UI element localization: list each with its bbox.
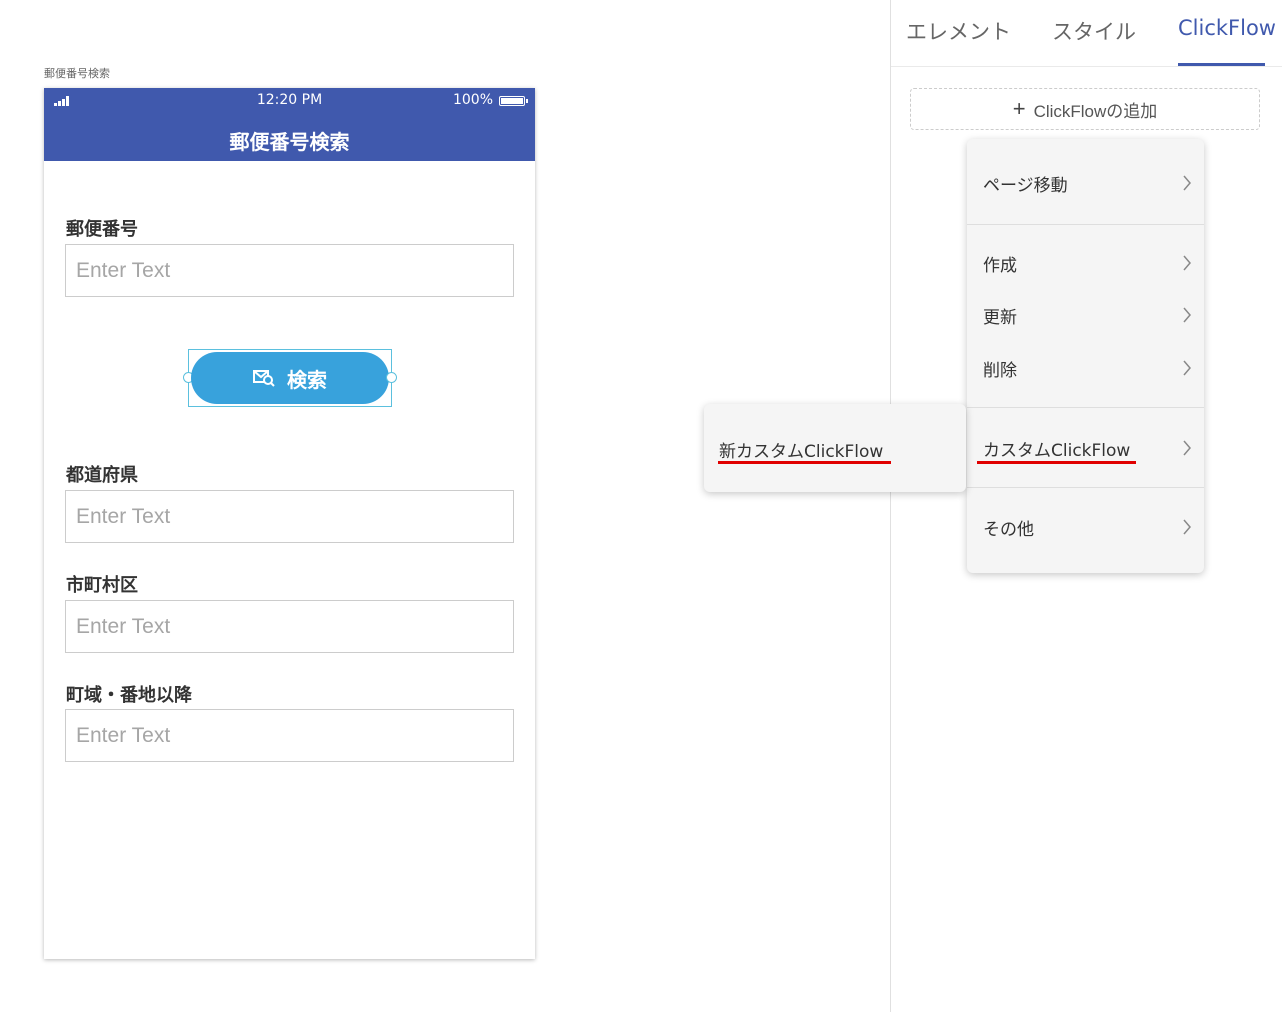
battery-percent: 100% <box>452 92 493 108</box>
menu-item-label: その他 <box>983 519 1034 540</box>
add-clickflow-label: ClickFlowの追加 <box>1033 101 1158 121</box>
chevron-right-icon <box>1183 360 1191 376</box>
custom-clickflow-submenu: 新カスタムClickFlow <box>704 404 966 492</box>
tab-style[interactable]: スタイル <box>1052 16 1136 46</box>
menu-item-update[interactable]: 更新 <box>967 293 1204 337</box>
prefecture-input[interactable] <box>65 490 514 543</box>
chevron-right-icon <box>1183 307 1191 323</box>
submenu-item-new-custom-clickflow[interactable]: 新カスタムClickFlow <box>719 437 883 462</box>
menu-item-label: 更新 <box>983 307 1017 328</box>
highlight-underline <box>977 461 1136 464</box>
search-mail-icon <box>253 370 275 387</box>
menu-item-delete[interactable]: 削除 <box>967 346 1204 390</box>
tab-clickflow[interactable]: ClickFlow <box>1178 16 1276 40</box>
search-button-selection[interactable]: 検索 <box>183 349 397 407</box>
highlight-underline <box>718 461 891 464</box>
chevron-right-icon <box>1183 175 1191 191</box>
postal-code-input[interactable] <box>65 244 514 297</box>
city-label: 市町村区 <box>66 575 138 596</box>
menu-divider <box>967 224 1204 225</box>
screen-title: 郵便番号検索 <box>229 130 350 154</box>
menu-item-label: カスタムClickFlow <box>983 440 1131 461</box>
phone-header: 12:20 PM 100% 郵便番号検索 <box>44 88 535 161</box>
menu-divider <box>967 407 1204 408</box>
plus-icon: + <box>1012 96 1026 121</box>
status-bar: 12:20 PM 100% <box>44 88 535 114</box>
postal-code-label: 郵便番号 <box>66 219 138 240</box>
city-input[interactable] <box>65 600 514 653</box>
prefecture-label: 都道府県 <box>66 465 138 486</box>
panel-divider <box>890 0 891 1012</box>
menu-item-label: 作成 <box>983 255 1017 276</box>
search-button[interactable]: 検索 <box>191 352 389 404</box>
menu-item-label: ページ移動 <box>983 175 1068 196</box>
add-clickflow-button[interactable]: + ClickFlowの追加 <box>910 88 1260 130</box>
battery-icon <box>499 96 528 106</box>
address-input[interactable] <box>65 709 514 762</box>
menu-item-label: 削除 <box>983 360 1017 381</box>
chevron-right-icon <box>1183 255 1191 271</box>
resize-handle-right[interactable] <box>386 372 397 383</box>
clickflow-menu: ページ移動 作成 更新 削除 カスタムClickFlow その他 <box>967 139 1204 573</box>
chevron-right-icon <box>1183 519 1191 535</box>
menu-item-other[interactable]: その他 <box>967 505 1204 549</box>
page-name-label: 郵便番号検索 <box>44 67 110 80</box>
menu-item-page-navigation[interactable]: ページ移動 <box>967 161 1204 205</box>
tabs-border <box>891 66 1282 67</box>
tab-element[interactable]: エレメント <box>906 16 1011 46</box>
phone-preview: 12:20 PM 100% 郵便番号検索 郵便番号 検索 都道府県 市町村区 町… <box>44 88 535 959</box>
menu-divider <box>967 487 1204 488</box>
search-button-label: 検索 <box>287 367 327 392</box>
menu-item-create[interactable]: 作成 <box>967 241 1204 285</box>
chevron-right-icon <box>1183 440 1191 456</box>
address-label: 町域・番地以降 <box>66 685 192 706</box>
